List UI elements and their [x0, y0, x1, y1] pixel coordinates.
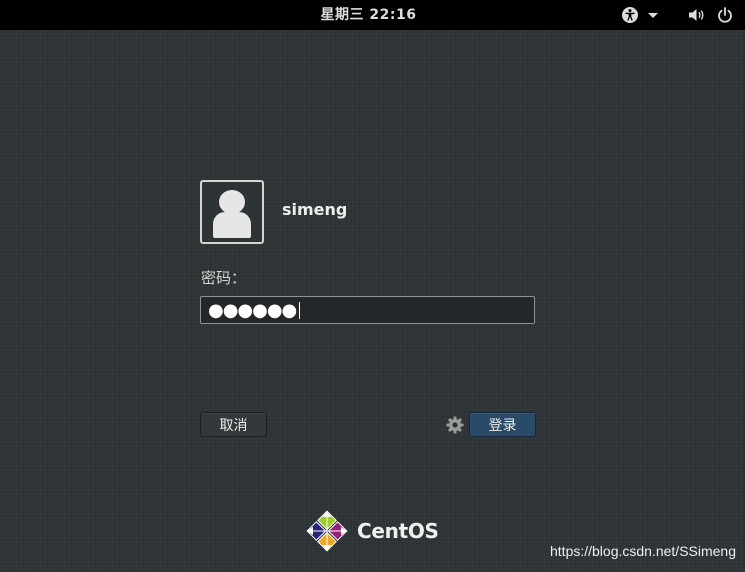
top-bar: 星期三 22:16 [0, 0, 745, 30]
text-caret [299, 301, 301, 319]
gear-icon[interactable] [445, 415, 465, 435]
cancel-button[interactable]: 取消 [200, 412, 267, 437]
password-label: 密码： [201, 269, 247, 287]
password-value: ●●●●●● [208, 299, 297, 321]
login-button[interactable]: 登录 [469, 412, 536, 437]
power-icon[interactable] [714, 0, 736, 30]
user-avatar-icon [200, 180, 264, 244]
volume-icon[interactable] [686, 0, 708, 30]
centos-logo-icon [306, 510, 348, 552]
centos-logo: CentOS [305, 509, 439, 553]
logo-text: CentOS [357, 519, 439, 543]
watermark: https://blog.csdn.net/SSimeng [550, 543, 736, 559]
dropdown-arrow-icon[interactable] [646, 0, 660, 30]
accessibility-icon[interactable] [619, 0, 641, 30]
username: simeng [282, 200, 348, 219]
password-field[interactable]: ●●●●●● [200, 296, 535, 324]
